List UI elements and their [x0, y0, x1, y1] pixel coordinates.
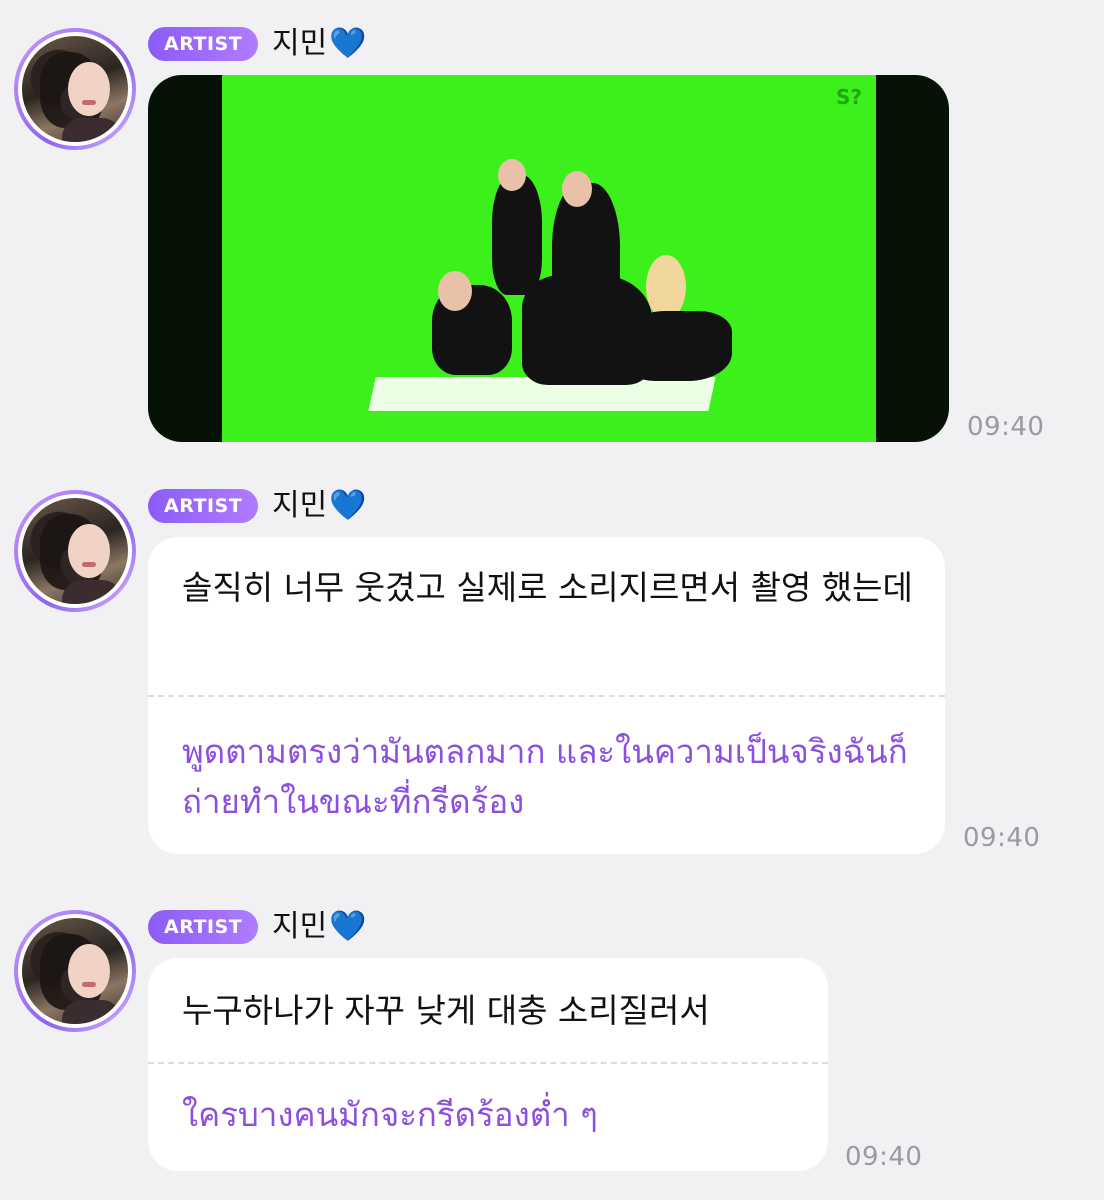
- avatar-photo: [18, 494, 132, 608]
- artist-avatar[interactable]: [14, 28, 136, 150]
- sender-name: 지민💙: [272, 24, 367, 64]
- dancer-face: [438, 271, 472, 311]
- translation-divider: [148, 695, 945, 697]
- message-bubble[interactable]: 누구하나가 자꾸 낮게 대충 소리질러서 ใครบางคนมักจะกรีดร้…: [148, 958, 828, 1171]
- dancer-blonde-hair: [646, 255, 686, 319]
- message-translation: พูดตามตรงว่ามันตลกมาก และในความเป็นจริงฉ…: [182, 732, 908, 821]
- translation-divider: [148, 1062, 828, 1064]
- shared-video-thumbnail[interactable]: S?: [148, 75, 949, 442]
- message-text: 누구하나가 자꾸 낮게 대충 소리질러서: [182, 991, 710, 1030]
- blue-heart-icon: 💙: [329, 909, 367, 944]
- avatar-photo: [18, 914, 132, 1028]
- blue-heart-icon: 💙: [329, 488, 367, 523]
- avatar-photo: [18, 32, 132, 146]
- dancer-figure: [492, 175, 542, 295]
- sender-name: 지민💙: [272, 907, 367, 947]
- sender-name-text: 지민: [272, 488, 328, 523]
- message-translation: ใครบางคนมักจะกรีดร้องต่ำ ๆ: [182, 1095, 598, 1134]
- dancer-figure: [622, 311, 732, 381]
- artist-badge: ARTIST: [148, 910, 259, 944]
- artist-avatar[interactable]: [14, 910, 136, 1032]
- artist-badge: ARTIST: [148, 27, 259, 61]
- dancer-face: [562, 171, 592, 207]
- green-screen-frame: S?: [222, 75, 876, 442]
- sender-name-text: 지민: [272, 26, 328, 61]
- blue-heart-icon: 💙: [329, 26, 367, 61]
- message-timestamp: 09:40: [967, 412, 1045, 442]
- artist-badge: ARTIST: [148, 489, 259, 523]
- artist-avatar[interactable]: [14, 490, 136, 612]
- sender-name-text: 지민: [272, 909, 328, 944]
- sender-name: 지민💙: [272, 486, 367, 526]
- message-text: 솔직히 너무 웃겼고 실제로 소리지르면서 촬영 했는데: [182, 568, 913, 607]
- dancer-face: [498, 159, 526, 191]
- watermark-logo-icon: S?: [835, 85, 862, 109]
- message-timestamp: 09:40: [845, 1142, 923, 1172]
- message-bubble[interactable]: 솔직히 너무 웃겼고 실제로 소리지르면서 촬영 했는데 พูดตามตรงว่…: [148, 537, 945, 854]
- message-timestamp: 09:40: [963, 823, 1041, 853]
